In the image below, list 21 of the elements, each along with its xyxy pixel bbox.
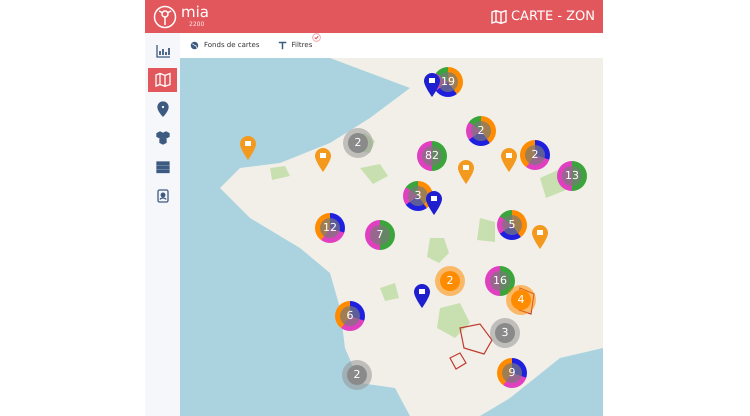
map-icon	[490, 10, 507, 24]
cluster-marker[interactable]: 4	[506, 285, 536, 315]
cluster-marker[interactable]: 3	[490, 318, 520, 348]
map-icon	[154, 72, 170, 88]
sidebar-item[interactable]	[148, 68, 177, 92]
filter-icon	[278, 41, 287, 50]
location-pin-icon	[154, 101, 170, 117]
cluster-marker[interactable]: 2	[342, 360, 372, 390]
bar-chart-icon	[154, 43, 170, 59]
cubes-icon	[154, 130, 170, 146]
cluster-marker[interactable]: 2	[435, 266, 465, 296]
contact-card-icon	[154, 188, 170, 204]
map-pin-icon[interactable]	[414, 284, 430, 308]
logo-icon	[153, 4, 177, 28]
brand-name: mia	[181, 4, 209, 20]
globe-icon	[190, 41, 199, 50]
map-pin-icon[interactable]	[424, 73, 440, 97]
map-pin-icon[interactable]	[426, 191, 442, 215]
page-title: CARTE - ZON	[510, 8, 595, 26]
list-icon	[154, 159, 170, 175]
cluster-marker[interactable]: 2	[343, 128, 373, 158]
